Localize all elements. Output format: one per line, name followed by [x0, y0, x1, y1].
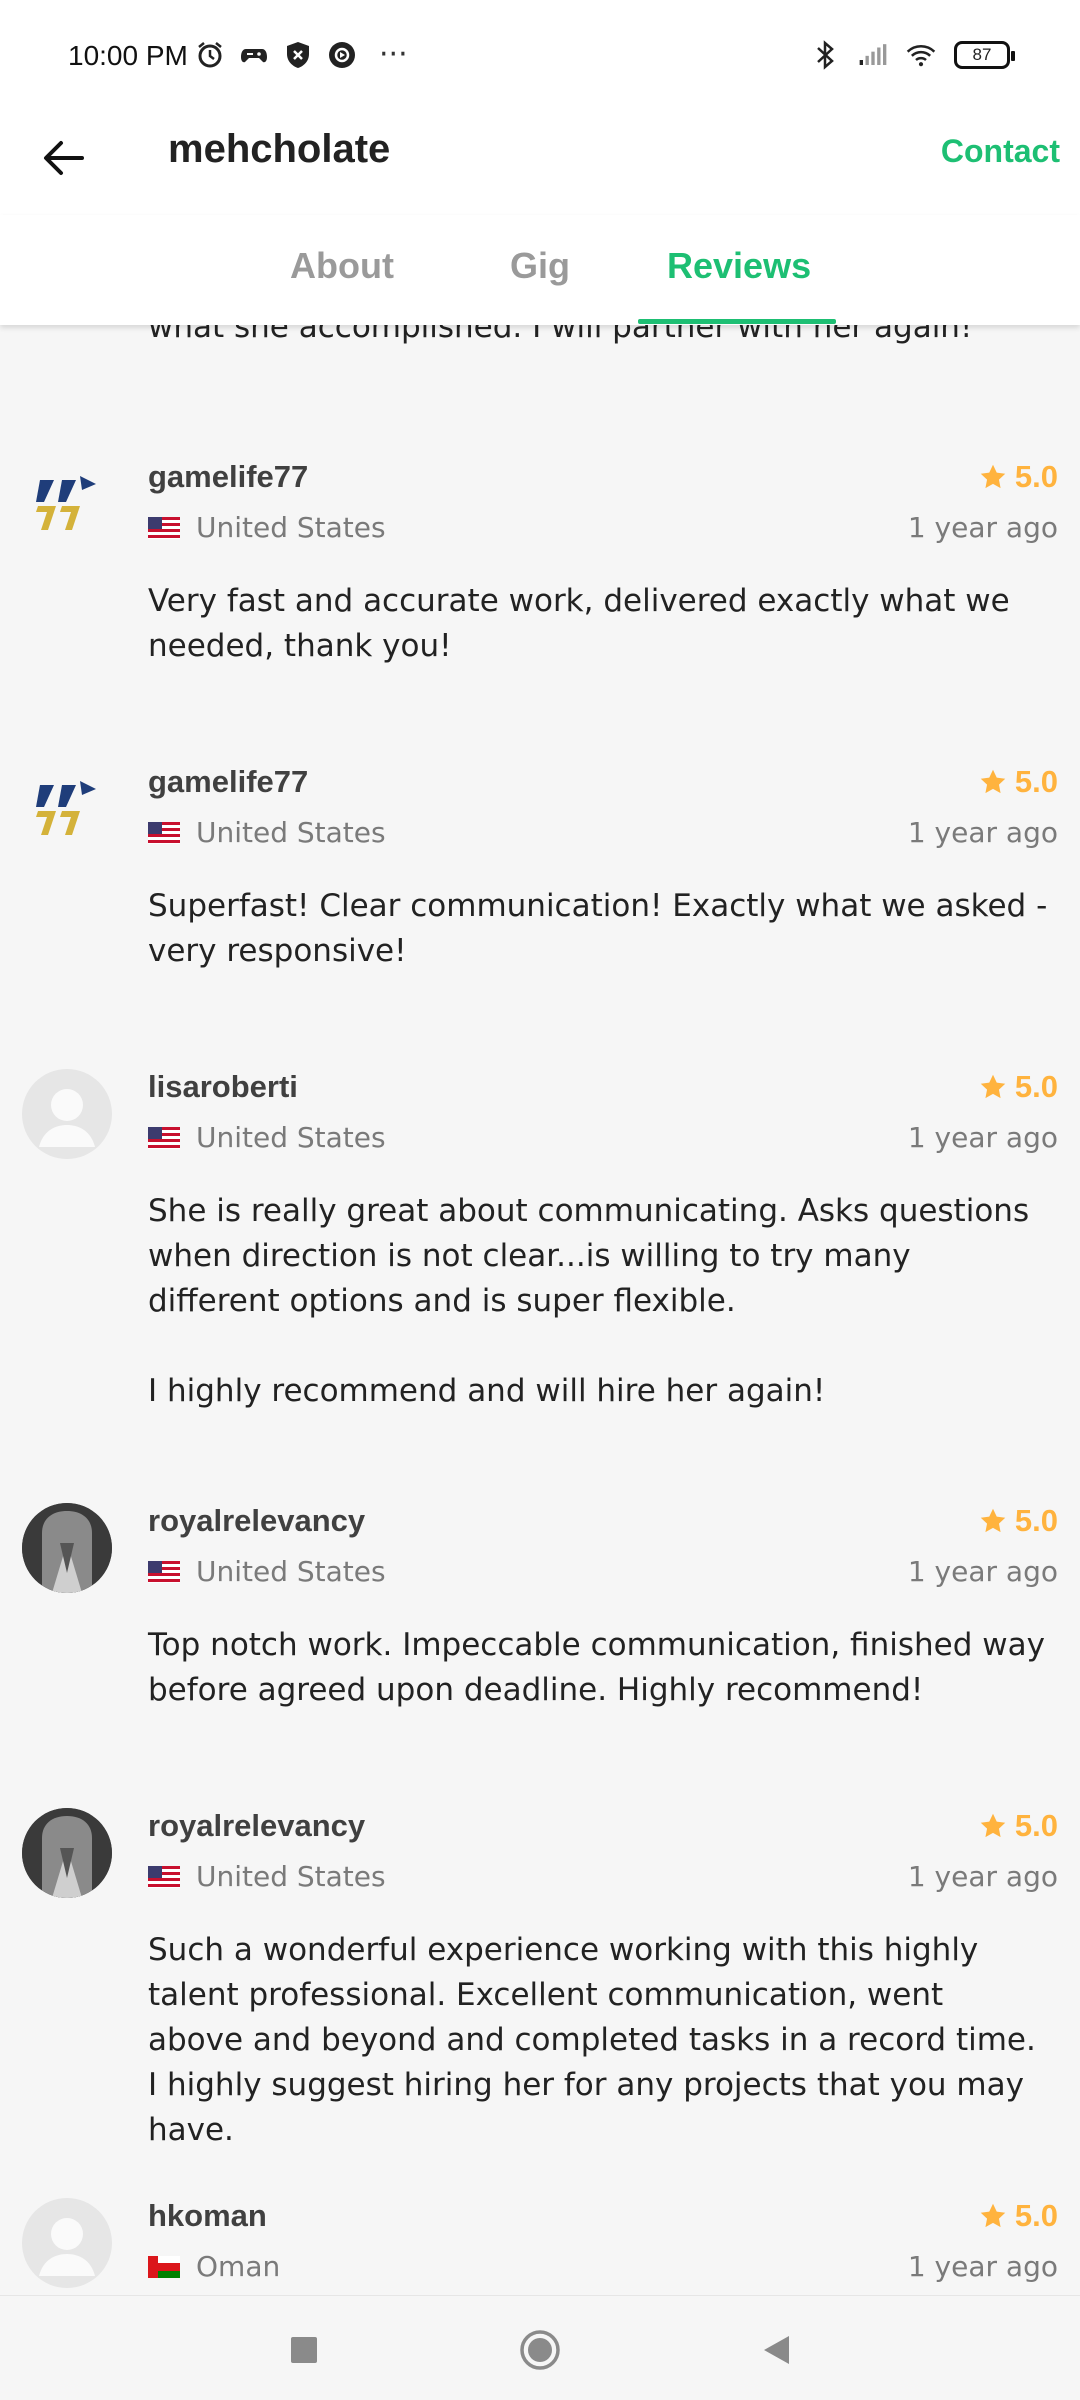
- rating: 5.0: [979, 2198, 1058, 2234]
- review-text: Top notch work. Impeccable communication…: [148, 1627, 1045, 1708]
- avatar[interactable]: [22, 1069, 112, 1159]
- review-text: Superfast! Clear communication! Exactly …: [148, 888, 1048, 969]
- reviewer-name[interactable]: hkoman: [148, 2198, 267, 2234]
- notification-icons: ···: [195, 40, 408, 70]
- review-time: 1 year ago: [907, 816, 1058, 849]
- country-name: United States: [196, 511, 386, 544]
- default-user-icon: [39, 2218, 95, 2276]
- more-notifications-icon: ···: [379, 37, 408, 72]
- home-button[interactable]: [516, 2326, 564, 2374]
- avatar[interactable]: [22, 1808, 112, 1898]
- system-navigation-bar: [0, 2295, 1080, 2400]
- reviewer-country: United States: [148, 511, 386, 544]
- country-name: United States: [196, 1555, 386, 1588]
- reviewer-country: United States: [148, 1555, 386, 1588]
- star-icon: [980, 1508, 1006, 1533]
- rating-value: 5.0: [1014, 459, 1058, 494]
- reviewer-name[interactable]: gamelife77: [148, 764, 308, 800]
- reviewer-country: United States: [148, 816, 386, 849]
- rating-value: 5.0: [1014, 2198, 1058, 2233]
- rating-value: 5.0: [1014, 1503, 1058, 1538]
- country-name: United States: [196, 1860, 386, 1893]
- app-header: mehcholate Contact: [0, 115, 1080, 215]
- tab-bar: About Gig Reviews: [0, 215, 1080, 325]
- profile-photo-icon: [22, 1503, 112, 1593]
- signal-icon: [858, 40, 888, 70]
- square-icon: [291, 2337, 317, 2363]
- rating-value: 5.0: [1014, 1069, 1058, 1104]
- review-text: She is really great about communicating.…: [148, 1193, 1030, 1409]
- avatar[interactable]: [22, 459, 112, 549]
- gamelife-logo-icon: [36, 781, 96, 835]
- battery-icon: 87: [954, 41, 1015, 69]
- reviewer-name[interactable]: lisaroberti: [148, 1069, 298, 1105]
- reviewer-country: United States: [148, 1121, 386, 1154]
- contact-button[interactable]: Contact: [941, 133, 1060, 170]
- star-icon: [980, 1074, 1006, 1099]
- oman-flag-icon: [148, 2255, 180, 2278]
- rating: 5.0: [979, 1503, 1058, 1539]
- profile-photo-icon: [22, 1808, 112, 1898]
- reviewer-name[interactable]: royalrelevancy: [148, 1808, 365, 1844]
- alarm-icon: [195, 40, 225, 70]
- star-icon: [980, 1813, 1006, 1838]
- review-text: Very fast and accurate work, delivered e…: [148, 583, 1010, 664]
- rating: 5.0: [979, 459, 1058, 495]
- rating-value: 5.0: [1014, 764, 1058, 799]
- rating: 5.0: [979, 764, 1058, 800]
- us-flag-icon: [148, 821, 180, 844]
- star-icon: [980, 464, 1006, 489]
- review-time: 1 year ago: [907, 511, 1058, 544]
- shield-icon: [283, 40, 313, 70]
- reviews-list[interactable]: what she accomplished. I will partner wi…: [0, 325, 1080, 2295]
- gamelife-logo-icon: [36, 476, 96, 530]
- bluetooth-icon: [810, 40, 840, 70]
- triangle-back-icon: [764, 2336, 789, 2364]
- review-time: 1 year ago: [907, 1121, 1058, 1154]
- status-time: 10:00 PM: [68, 40, 188, 71]
- star-icon: [980, 2203, 1006, 2228]
- tab-gig[interactable]: Gig: [510, 245, 570, 287]
- media-icon: [327, 40, 357, 70]
- recents-button[interactable]: [280, 2326, 328, 2374]
- avatar[interactable]: [22, 1503, 112, 1593]
- rating-value: 5.0: [1014, 1808, 1058, 1843]
- rating: 5.0: [979, 1808, 1058, 1844]
- back-nav-button[interactable]: [752, 2326, 800, 2374]
- reviewer-country: Oman: [148, 2250, 280, 2283]
- review-time: 1 year ago: [907, 1555, 1058, 1588]
- us-flag-icon: [148, 516, 180, 539]
- star-icon: [980, 769, 1006, 794]
- country-name: Oman: [196, 2250, 281, 2283]
- reviewer-country: United States: [148, 1860, 386, 1893]
- page-title: mehcholate: [168, 127, 391, 171]
- reviewer-name[interactable]: gamelife77: [148, 459, 308, 495]
- review-text: what she accomplished. I will partner wi…: [148, 325, 973, 345]
- system-icons: 87: [810, 40, 1015, 70]
- default-user-icon: [39, 1089, 95, 1147]
- rating: 5.0: [979, 1069, 1058, 1105]
- country-name: United States: [196, 1121, 386, 1154]
- back-button[interactable]: [38, 133, 88, 183]
- status-bar: 10:00 PM ··· 87: [0, 0, 1080, 115]
- review-time: 1 year ago: [907, 2250, 1058, 2283]
- tab-about[interactable]: About: [290, 245, 394, 287]
- game-controller-icon: [239, 40, 269, 70]
- wifi-icon: [906, 40, 936, 70]
- us-flag-icon: [148, 1560, 180, 1583]
- us-flag-icon: [148, 1126, 180, 1149]
- tab-reviews[interactable]: Reviews: [667, 245, 811, 287]
- circle-icon: [520, 2330, 560, 2370]
- reviewer-name[interactable]: royalrelevancy: [148, 1503, 365, 1539]
- us-flag-icon: [148, 1865, 180, 1888]
- back-arrow-icon: [44, 141, 84, 175]
- avatar[interactable]: [22, 764, 112, 854]
- country-name: United States: [196, 816, 386, 849]
- review-text: Such a wonderful experience working with…: [148, 1932, 1036, 2148]
- avatar[interactable]: [22, 2198, 112, 2288]
- active-tab-indicator: [638, 319, 836, 324]
- review-time: 1 year ago: [907, 1860, 1058, 1893]
